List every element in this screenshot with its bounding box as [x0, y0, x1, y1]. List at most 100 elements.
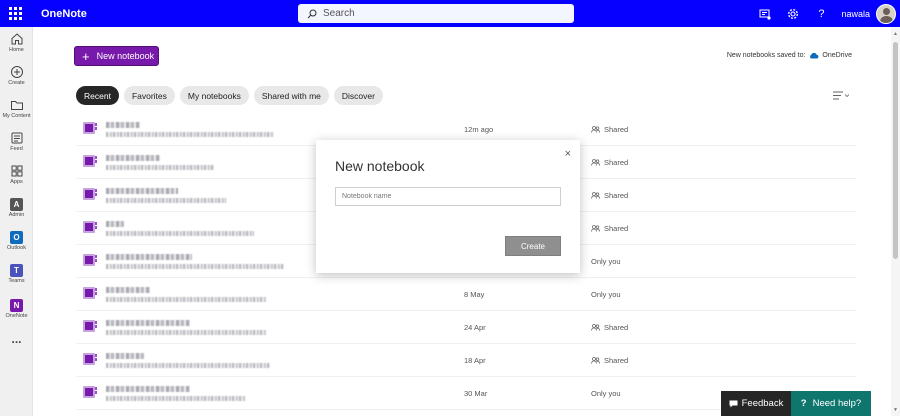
notebook-icon — [83, 353, 97, 365]
notebook-path-redacted — [106, 165, 214, 170]
settings-button[interactable] — [779, 0, 807, 27]
save-location-label: New notebooks saved to: — [726, 52, 806, 59]
notebook-title-redacted — [106, 122, 140, 128]
table-row[interactable]: 24 Apr Shared — [76, 311, 856, 344]
avatar[interactable] — [876, 3, 896, 24]
notebook-title-redacted — [106, 386, 190, 392]
notebook-sharing: Shared — [591, 158, 628, 167]
notebook-modified: 24 Apr — [464, 323, 486, 332]
notebook-name-input[interactable] — [335, 187, 561, 206]
notebook-path-redacted — [106, 198, 226, 203]
notebook-icon — [83, 122, 97, 134]
rail-item-label: Outlook — [7, 245, 26, 251]
outlook-icon: O — [10, 231, 23, 244]
scrollbar-thumb[interactable] — [893, 42, 898, 259]
save-location-value[interactable]: OneDrive — [822, 52, 852, 59]
notebook-path-redacted — [106, 330, 266, 335]
new-notebook-button[interactable]: + New notebook — [74, 46, 159, 66]
rail-item-my-content[interactable]: My Content — [0, 98, 33, 119]
rail-item-feed[interactable]: Feed — [0, 131, 33, 152]
rail-item-label: Teams — [8, 278, 25, 284]
notebook-sharing: Shared — [591, 323, 628, 332]
tab-favorites[interactable]: Favorites — [123, 86, 175, 105]
rail-item-label: Admin — [8, 212, 25, 218]
notebook-sharing: Only you — [591, 257, 621, 266]
app-title[interactable]: OneNote — [41, 8, 298, 20]
notebook-path-redacted — [106, 231, 254, 236]
scroll-down-icon[interactable]: ▼ — [893, 407, 898, 413]
notebook-sharing: Shared — [591, 224, 628, 233]
notebook-sharing: Only you — [591, 389, 621, 398]
help-chat-icon: ? — [800, 398, 807, 409]
notebook-icon — [83, 155, 97, 167]
new-notebook-label: New notebook — [96, 51, 155, 61]
search-icon — [307, 9, 317, 18]
notebook-title-redacted — [106, 155, 160, 161]
tab-discover[interactable]: Discover — [333, 86, 383, 105]
notebook-modified: 30 Mar — [464, 389, 488, 398]
people-icon — [591, 126, 600, 133]
rail-item-label: My Content — [2, 113, 31, 119]
top-bar: OneNote Search ? nawala — [0, 0, 900, 27]
notebook-sharing: Shared — [591, 356, 628, 365]
people-icon — [591, 357, 600, 364]
notebook-sharing: Shared — [591, 125, 628, 134]
whats-new-button[interactable] — [751, 0, 779, 27]
rail-item-apps[interactable]: Apps — [0, 164, 33, 185]
rail-item-home[interactable]: Home — [0, 32, 33, 53]
notebook-icon — [83, 188, 97, 200]
teams-icon: T — [10, 264, 23, 277]
help-button[interactable]: ? — [807, 0, 835, 27]
sharing-label: Shared — [604, 191, 629, 200]
rail-more-button[interactable]: ... — [0, 332, 33, 346]
admin-icon: A — [10, 198, 23, 211]
user-name[interactable]: nawala — [841, 9, 870, 19]
feedback-button[interactable]: Feedback — [721, 391, 791, 416]
sharing-label: Shared — [604, 158, 629, 167]
rail-item-onenote[interactable]: N OneNote — [0, 299, 33, 319]
rail-item-label: OneNote — [5, 313, 28, 319]
notebook-title-redacted — [106, 188, 178, 194]
search-box[interactable]: Search — [298, 4, 574, 23]
gear-icon — [788, 8, 799, 19]
home-icon — [11, 33, 22, 45]
tab-my-notebooks[interactable]: My notebooks — [179, 86, 249, 105]
notebook-path-redacted — [106, 264, 284, 269]
notebook-sharing: Shared — [591, 191, 628, 200]
notebook-modified: 18 Apr — [464, 356, 486, 365]
table-row[interactable]: 18 Apr Shared — [76, 344, 856, 377]
notebook-title-redacted — [106, 353, 144, 359]
create-button[interactable]: Create — [505, 236, 561, 256]
rail-item-label: Apps — [10, 179, 23, 185]
apps-icon — [11, 165, 22, 177]
need-help-button[interactable]: ? Need help? — [791, 391, 871, 416]
sort-icon[interactable] — [833, 91, 849, 100]
new-notebook-dialog: New notebook × Create — [316, 140, 580, 273]
notebook-title-redacted — [106, 320, 190, 326]
rail-item-outlook[interactable]: O Outlook — [0, 231, 33, 251]
table-row[interactable]: 8 May Only you — [76, 278, 856, 311]
rail-item-create[interactable]: Create — [0, 65, 33, 86]
tab-recent[interactable]: Recent — [76, 86, 119, 105]
sharing-label: Shared — [604, 356, 629, 365]
scroll-up-icon[interactable]: ▲ — [893, 31, 898, 37]
feedback-label: Feedback — [741, 398, 784, 409]
rail-item-admin[interactable]: A Admin — [0, 198, 33, 218]
feed-icon — [11, 132, 22, 144]
filter-tabs: Recent Favorites My notebooks Shared wit… — [76, 86, 383, 105]
create-icon — [10, 66, 23, 78]
sharing-label: Only you — [591, 290, 621, 299]
tab-shared-with-me[interactable]: Shared with me — [253, 86, 329, 105]
notebook-path-redacted — [106, 297, 266, 302]
app-rail: Home Create My Content Feed Apps A Admin… — [0, 27, 33, 416]
notebook-icon — [83, 320, 97, 332]
onedrive-cloud-icon — [810, 52, 819, 59]
scrollbar[interactable]: ▲ ▼ — [891, 27, 900, 416]
people-icon — [591, 159, 600, 166]
rail-item-label: Create — [8, 80, 25, 86]
notebook-title-redacted — [106, 254, 192, 260]
feedback-icon — [729, 400, 738, 407]
close-icon[interactable]: × — [565, 148, 571, 160]
waffle-button[interactable] — [0, 0, 30, 27]
rail-item-teams[interactable]: T Teams — [0, 264, 33, 284]
